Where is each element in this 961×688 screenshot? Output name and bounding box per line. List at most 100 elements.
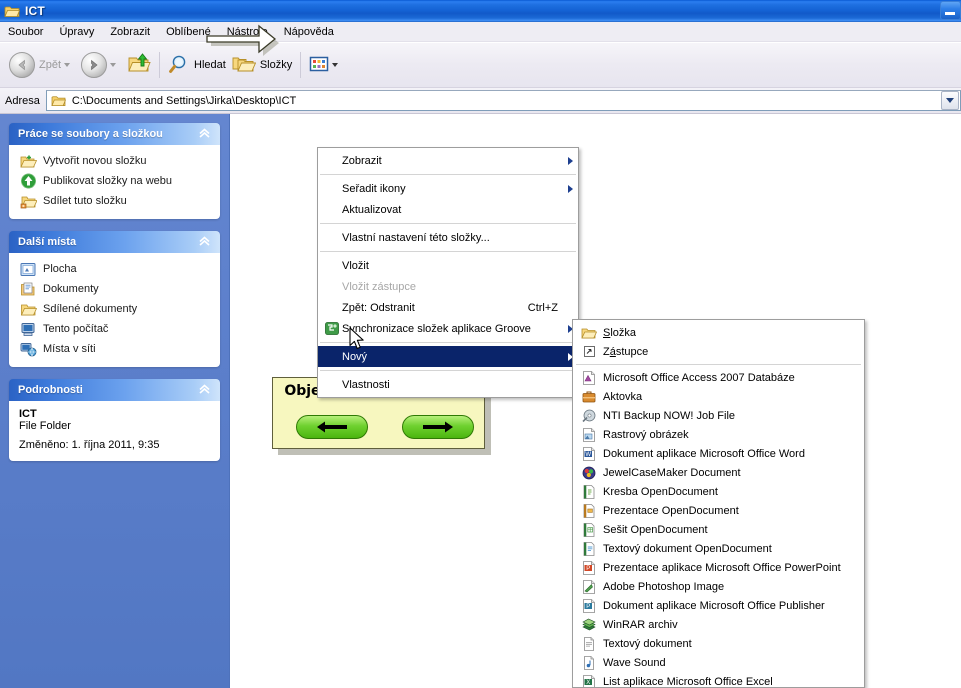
submenu-item-access-db[interactable]: Microsoft Office Access 2007 Databáze: [573, 368, 864, 387]
panel-header[interactable]: Další místa: [9, 231, 220, 253]
submenu-label: Zástupce: [603, 345, 649, 358]
submenu-item-nti-backup[interactable]: NTI Backup NOW! Job File: [573, 406, 864, 425]
ctx-label: Synchronizace složek aplikace Groove: [342, 322, 531, 335]
submenu-item-powerpoint[interactable]: P Prezentace aplikace Microsoft Office P…: [573, 558, 864, 577]
submenu-label: Aktovka: [603, 390, 643, 403]
ctx-item-vlastni-nastaveni[interactable]: Vlastní nastavení této složky...: [318, 227, 578, 248]
panel-header[interactable]: Práce se soubory a složkou: [9, 123, 220, 145]
odt-icon: [577, 541, 601, 556]
submenu-item-photoshop[interactable]: Adobe Photoshop Image: [573, 577, 864, 596]
submenu-label: Prezentace aplikace Microsoft Office Pow…: [603, 561, 841, 574]
panel-other-places: Další místa Plocha Dokumenty Sdílené dok…: [9, 231, 220, 367]
task-label: Sdílet tuto složku: [43, 195, 127, 207]
submenu-item-textfile[interactable]: Textový dokument: [573, 634, 864, 653]
ctx-label: Vložit zástupce: [342, 280, 416, 293]
back-button[interactable]: Zpět: [6, 45, 78, 85]
views-dropdown-icon[interactable]: [332, 63, 339, 67]
task-publish-to-web[interactable]: Publikovat složky na webu: [9, 171, 220, 191]
submenu-item-odp[interactable]: Prezentace OpenDocument: [573, 501, 864, 520]
submenu-item-excel[interactable]: X List aplikace Microsoft Office Excel: [573, 672, 864, 687]
documents-icon: [19, 281, 37, 297]
menu-item-napoveda[interactable]: Nápověda: [276, 24, 342, 40]
submenu-item-zastupce[interactable]: Zástupce: [573, 342, 864, 361]
chevron-up-icon[interactable]: [197, 126, 212, 141]
arrow-right-icon: [423, 421, 453, 433]
ctx-item-groove-sync[interactable]: Synchronizace složek aplikace Groove: [318, 318, 578, 339]
new-folder-icon: [19, 153, 37, 169]
menu-bar: Soubor Úpravy Zobrazit Oblíbené Nástroje…: [0, 22, 961, 42]
panel-file-folder-tasks: Práce se soubory a složkou Vytvořit novo…: [9, 123, 220, 219]
my-computer-icon: [19, 321, 37, 337]
callout-pointer-arrow: [204, 14, 279, 63]
submenu-item-publisher[interactable]: P Dokument aplikace Microsoft Office Pub…: [573, 596, 864, 615]
ctx-item-zobrazit[interactable]: Zobrazit: [318, 150, 578, 171]
folder-icon: [577, 326, 601, 340]
submenu-item-bitmap[interactable]: Rastrový obrázek: [573, 425, 864, 444]
submenu-label: Kresba OpenDocument: [603, 485, 718, 498]
submenu-item-jewelcasemaker[interactable]: JewelCaseMaker Document: [573, 463, 864, 482]
address-input[interactable]: C:\Documents and Settings\Jirka\Desktop\…: [45, 90, 961, 111]
back-label: Zpět: [39, 59, 62, 71]
chevron-up-icon[interactable]: [197, 382, 212, 397]
submenu-label: Dokument aplikace Microsoft Office Word: [603, 447, 805, 460]
place-network-places[interactable]: Místa v síti: [9, 339, 220, 359]
forward-dropdown-icon[interactable]: [110, 63, 117, 67]
address-bar: Adresa C:\Documents and Settings\Jirka\D…: [0, 88, 961, 114]
submenu-label: Textový dokument: [603, 637, 692, 650]
panel-title: Další místa: [18, 236, 77, 248]
up-button[interactable]: [124, 45, 154, 85]
title-bar: ICT: [0, 0, 961, 22]
back-dropdown-icon[interactable]: [64, 63, 71, 67]
task-share-this-folder[interactable]: Sdílet tuto složku: [9, 191, 220, 211]
submenu-item-wave-sound[interactable]: Wave Sound: [573, 653, 864, 672]
odp-icon: [577, 503, 601, 518]
ctx-item-novy[interactable]: Nový: [318, 346, 578, 367]
panel-header[interactable]: Podrobnosti: [9, 379, 220, 401]
submenu-label: Wave Sound: [603, 656, 666, 669]
address-dropdown-button[interactable]: [941, 91, 959, 110]
submenu-item-winrar[interactable]: WinRAR archiv: [573, 615, 864, 634]
ctx-item-vlastnosti[interactable]: Vlastnosti: [318, 374, 578, 395]
submenu-item-odt[interactable]: Textový dokument OpenDocument: [573, 539, 864, 558]
menu-item-soubor[interactable]: Soubor: [0, 24, 51, 40]
address-label: Adresa: [5, 94, 40, 107]
submenu-label: Prezentace OpenDocument: [603, 504, 739, 517]
separator: [320, 370, 576, 371]
place-label: Tento počítač: [43, 323, 109, 335]
chevron-up-icon[interactable]: [197, 234, 212, 249]
submenu-item-word-doc[interactable]: W Dokument aplikace Microsoft Office Wor…: [573, 444, 864, 463]
ctx-item-seradit-ikony[interactable]: Seřadit ikony: [318, 178, 578, 199]
menu-item-zobrazit[interactable]: Zobrazit: [102, 24, 158, 40]
ctx-item-vlozit[interactable]: Vložit: [318, 255, 578, 276]
shortcut-icon: [577, 345, 601, 358]
forward-button[interactable]: [78, 45, 124, 85]
svg-text:W: W: [585, 452, 591, 458]
callout-next-button[interactable]: [402, 415, 474, 439]
place-my-computer[interactable]: Tento počítač: [9, 319, 220, 339]
submenu-label: Adobe Photoshop Image: [603, 580, 725, 593]
place-label: Dokumenty: [43, 283, 99, 295]
submenu-item-ods[interactable]: Sešit OpenDocument: [573, 520, 864, 539]
menu-item-upravy[interactable]: Úpravy: [51, 24, 102, 40]
bitmap-icon: [577, 427, 601, 442]
nti-backup-icon: [577, 409, 601, 423]
wave-icon: [577, 655, 601, 670]
place-documents[interactable]: Dokumenty: [9, 279, 220, 299]
ctx-item-zpet-odstranit[interactable]: Zpět: Odstranit Ctrl+Z: [318, 297, 578, 318]
ctx-item-aktualizovat[interactable]: Aktualizovat: [318, 199, 578, 220]
toolbar: Zpět Hledat Složky: [0, 43, 961, 88]
address-value: C:\Documents and Settings\Jirka\Desktop\…: [71, 94, 297, 107]
place-desktop[interactable]: Plocha: [9, 259, 220, 279]
panel-body: Plocha Dokumenty Sdílené dokumenty Tento…: [9, 253, 220, 367]
submenu-item-aktovka[interactable]: Aktovka: [573, 387, 864, 406]
minimize-button[interactable]: [940, 1, 961, 20]
submenu-label: Microsoft Office Access 2007 Databáze: [603, 371, 795, 384]
place-shared-documents[interactable]: Sdílené dokumenty: [9, 299, 220, 319]
views-button[interactable]: [306, 45, 346, 85]
submenu-item-slozka[interactable]: Složka: [573, 323, 864, 342]
callout-prev-button[interactable]: [296, 415, 368, 439]
task-create-new-folder[interactable]: Vytvořit novou složku: [9, 151, 220, 171]
arrow-left-icon: [317, 421, 347, 433]
submenu-label: Dokument aplikace Microsoft Office Publi…: [603, 599, 825, 612]
submenu-item-odg[interactable]: Kresba OpenDocument: [573, 482, 864, 501]
